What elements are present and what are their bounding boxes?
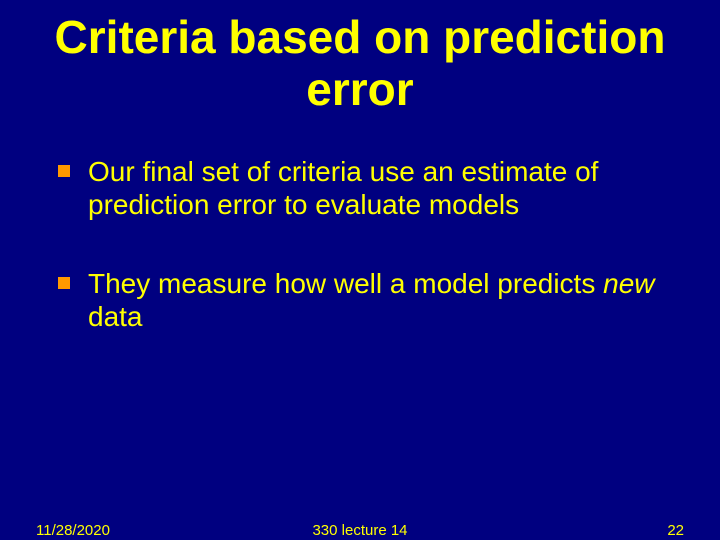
slide-title: Criteria based on prediction error	[40, 12, 680, 115]
bullet-list: Our final set of criteria use an estimat…	[40, 155, 680, 333]
bullet-text-emph: new	[603, 268, 654, 299]
slide: Criteria based on prediction error Our f…	[0, 0, 720, 540]
bullet-text-prefix: They measure how well a model predicts	[88, 268, 603, 299]
bullet-item: Our final set of criteria use an estimat…	[58, 155, 680, 221]
bullet-item: They measure how well a model predicts n…	[58, 267, 680, 333]
footer-page: 22	[667, 522, 684, 539]
bullet-text: Our final set of criteria use an estimat…	[88, 156, 598, 220]
bullet-text-suffix: data	[88, 301, 143, 332]
footer-center: 330 lecture 14	[0, 522, 720, 539]
